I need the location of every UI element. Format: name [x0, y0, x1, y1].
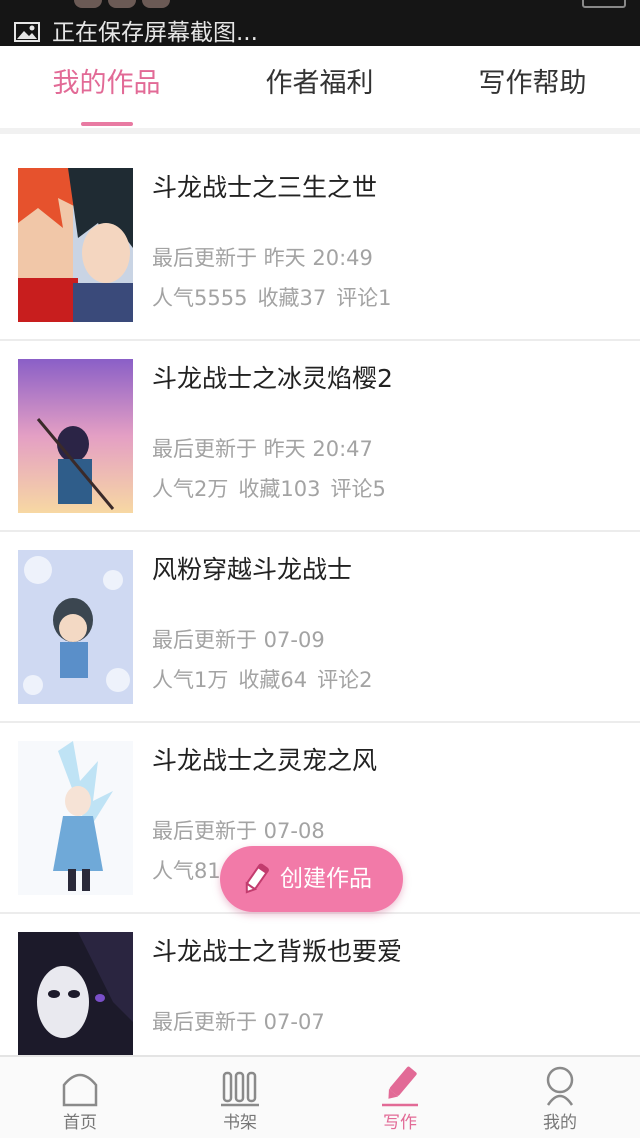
image-icon — [14, 22, 40, 42]
work-popularity: 人气2万 — [152, 477, 229, 501]
work-title: 风粉穿越斗龙战士 — [152, 555, 353, 584]
work-cover-image — [18, 550, 133, 704]
work-updated-time: 最后更新于 07-09 — [152, 628, 325, 652]
work-updated-time: 最后更新于 07-08 — [152, 819, 325, 843]
work-item[interactable]: 斗龙战士之背叛也要爱 最后更新于 07-07 — [0, 914, 640, 1055]
tab-writing-help[interactable]: 写作帮助 — [426, 46, 639, 128]
work-stats: 人气5555 收藏37 评论1 — [152, 283, 392, 313]
nav-home[interactable]: 首页 — [0, 1057, 160, 1140]
status-bar: 正在保存屏幕截图... — [0, 0, 640, 46]
profile-icon — [546, 1066, 574, 1106]
work-cover-image — [18, 359, 133, 513]
work-title: 斗龙战士之三生之世 — [152, 173, 378, 202]
tab-bar: 我的作品 作者福利 写作帮助 — [0, 46, 640, 128]
nav-write-label: 写作 — [383, 1113, 417, 1133]
divider — [0, 128, 640, 134]
work-item[interactable]: 斗龙战士之冰灵焰樱2 最后更新于 昨天 20:47 人气2万 收藏103 评论5 — [0, 341, 640, 532]
work-updated-time: 最后更新于 昨天 20:47 — [152, 437, 373, 461]
pencil-icon — [245, 863, 269, 894]
nav-profile[interactable]: 我的 — [480, 1057, 640, 1140]
battery-icon — [582, 0, 626, 8]
nav-profile-label: 我的 — [543, 1113, 577, 1133]
work-item[interactable]: 风粉穿越斗龙战士 最后更新于 07-09 人气1万 收藏64 评论2 — [0, 532, 640, 723]
nav-bookshelf-label: 书架 — [223, 1113, 257, 1133]
work-popularity: 人气81 — [152, 859, 221, 883]
work-updated-time: 最后更新于 昨天 20:49 — [152, 246, 373, 270]
work-item[interactable]: 斗龙战士之三生之世 最后更新于 昨天 20:49 人气5555 收藏37 评论1 — [0, 150, 640, 341]
pencil-icon — [382, 1066, 418, 1107]
work-cover-image — [18, 741, 133, 895]
work-cover-image — [18, 168, 133, 322]
bottom-navigation: 首页 书架 写作 我的 — [0, 1055, 640, 1138]
work-popularity: 人气1万 — [152, 668, 229, 692]
work-stats: 人气2万 收藏103 评论5 — [152, 474, 386, 504]
home-icon — [62, 1073, 98, 1107]
active-tab-indicator — [81, 122, 133, 126]
work-comments: 评论5 — [330, 477, 386, 501]
work-stats: 人气81 — [152, 856, 221, 886]
work-comments: 评论1 — [336, 286, 392, 310]
nav-home-label: 首页 — [63, 1113, 97, 1133]
work-popularity: 人气5555 — [152, 286, 248, 310]
works-list: 斗龙战士之三生之世 最后更新于 昨天 20:49 人气5555 收藏37 评论1 斗… — [0, 150, 640, 1055]
work-title: 斗龙战士之灵宠之风 — [152, 746, 378, 775]
work-comments: 评论2 — [317, 668, 373, 692]
nav-write[interactable]: 写作 — [320, 1057, 480, 1140]
work-stats: 人气1万 收藏64 评论2 — [152, 665, 372, 695]
work-title: 斗龙战士之冰灵焰樱2 — [152, 364, 393, 393]
work-favorites: 收藏64 — [238, 668, 308, 692]
bookshelf-icon — [221, 1071, 259, 1107]
tab-author-benefits[interactable]: 作者福利 — [213, 46, 426, 128]
work-favorites: 收藏103 — [238, 477, 321, 501]
tab-my-works[interactable]: 我的作品 — [0, 46, 213, 128]
work-updated-time: 最后更新于 07-07 — [152, 1010, 325, 1034]
work-title: 斗龙战士之背叛也要爱 — [152, 937, 403, 966]
screenshot-saving-notice: 正在保存屏幕截图... — [52, 20, 258, 46]
nav-bookshelf[interactable]: 书架 — [160, 1057, 320, 1140]
work-favorites: 收藏37 — [257, 286, 327, 310]
notification-avatars — [74, 0, 170, 8]
work-cover-image — [18, 932, 133, 1055]
create-work-button[interactable]: 创建作品 — [220, 846, 403, 912]
create-work-label: 创建作品 — [280, 866, 372, 892]
